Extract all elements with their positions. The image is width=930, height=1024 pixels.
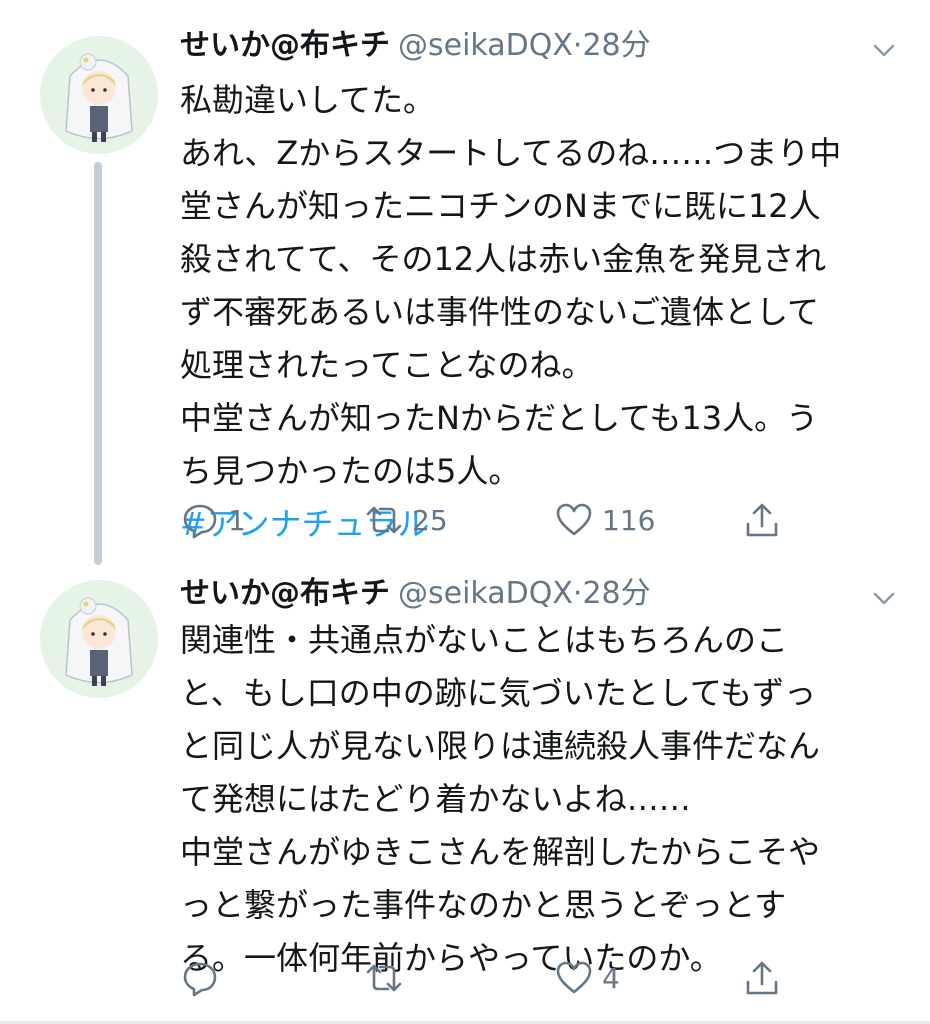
timestamp[interactable]: 28分	[582, 576, 650, 611]
heart-icon	[556, 961, 592, 994]
retweet-count: 25	[412, 503, 448, 537]
like-button[interactable]: 116	[554, 500, 655, 540]
display-name[interactable]: せいか@布キチ	[180, 576, 390, 611]
reply-icon	[183, 504, 217, 539]
tweet-text-line: 処理されたってことなのね。	[180, 346, 594, 384]
avatar-illustration	[40, 580, 158, 698]
display-name[interactable]: せいか@布キチ	[180, 28, 390, 63]
retweet-icon	[366, 964, 402, 992]
tweet-text: 私勘違いしてた。 あれ、Zからスタートしてるのね……つまり中 堂さんが知ったニコ…	[180, 74, 900, 551]
reply-button[interactable]: 1	[180, 500, 246, 540]
tweet-text-line: 関連性・共通点がないことはもちろんのこ	[180, 621, 789, 659]
retweet-button[interactable]: 25	[364, 500, 448, 540]
reply-icon	[183, 962, 217, 997]
tweet-text-line: と同じ人が見ない限りは連続殺人事件だなん	[180, 727, 821, 765]
tweet-text-line: て発想にはたどり着かないよね……	[180, 780, 691, 818]
tweet[interactable]: せいか@布キチ @seikaDQX·28分 関連性・共通点がないことはもちろんのこ…	[0, 570, 930, 1024]
tweet-text-line: 中堂さんがゆきこさんを解剖したからこそや	[180, 833, 821, 871]
retweet-button[interactable]	[364, 958, 412, 998]
timestamp[interactable]: 28分	[582, 28, 650, 63]
thread-line	[94, 162, 102, 565]
tweet-actions: 1 25 116	[180, 500, 820, 540]
user-handle[interactable]: @seikaDQX	[398, 28, 573, 63]
share-button[interactable]	[742, 958, 790, 998]
tweet-text-line: ず不審死あるいは事件性のないご遺体として	[180, 293, 820, 331]
tweet-text-line: 堂さんが知ったニコチンのNまでに既に12人	[180, 187, 821, 225]
tweet-header: せいか@布キチ @seikaDQX·28分	[180, 26, 890, 66]
tweet-text-line: 中堂さんが知ったNからだとしても13人。う	[180, 399, 819, 437]
tweet[interactable]: せいか@布キチ @seikaDQX·28分 私勘違いしてた。 あれ、Zからスタート…	[0, 0, 930, 565]
tweet-text: 関連性・共通点がないことはもちろんのこ と、もし口の中の跡に気づいたとしてもずっ…	[180, 614, 900, 985]
tweet-text-line: と、もし口の中の跡に気づいたとしてもずっ	[180, 674, 817, 712]
like-count: 116	[602, 503, 656, 537]
chevron-down-icon[interactable]	[868, 34, 900, 66]
like-button[interactable]: 4	[554, 958, 620, 998]
heart-icon	[556, 503, 592, 536]
avatar-illustration	[40, 36, 158, 154]
tweet-header: せいか@布キチ @seikaDQX·28分	[180, 574, 890, 614]
chevron-down-icon[interactable]	[868, 582, 900, 614]
user-handle[interactable]: @seikaDQX	[398, 576, 573, 611]
reply-button[interactable]	[180, 958, 228, 998]
tweet-text-line: 私勘違いしてた。	[180, 81, 436, 119]
share-button[interactable]	[742, 500, 790, 540]
tweet-text-line: っと繋がった事件なのかと思うとぞっとす	[180, 886, 787, 924]
share-icon	[746, 503, 778, 537]
reply-count: 1	[228, 503, 246, 537]
avatar[interactable]	[40, 36, 158, 154]
tweet-text-line: 殺されてて、その12人は赤い金魚を発見され	[180, 240, 827, 278]
like-count: 4	[602, 961, 620, 995]
share-icon	[746, 961, 778, 995]
avatar[interactable]	[40, 580, 158, 698]
tweet-actions: 4	[180, 958, 820, 998]
tweet-text-line: ち見つかったのは5人。	[180, 452, 521, 490]
tweet-text-line: あれ、Zからスタートしてるのね……つまり中	[180, 134, 842, 172]
retweet-icon	[366, 506, 402, 534]
